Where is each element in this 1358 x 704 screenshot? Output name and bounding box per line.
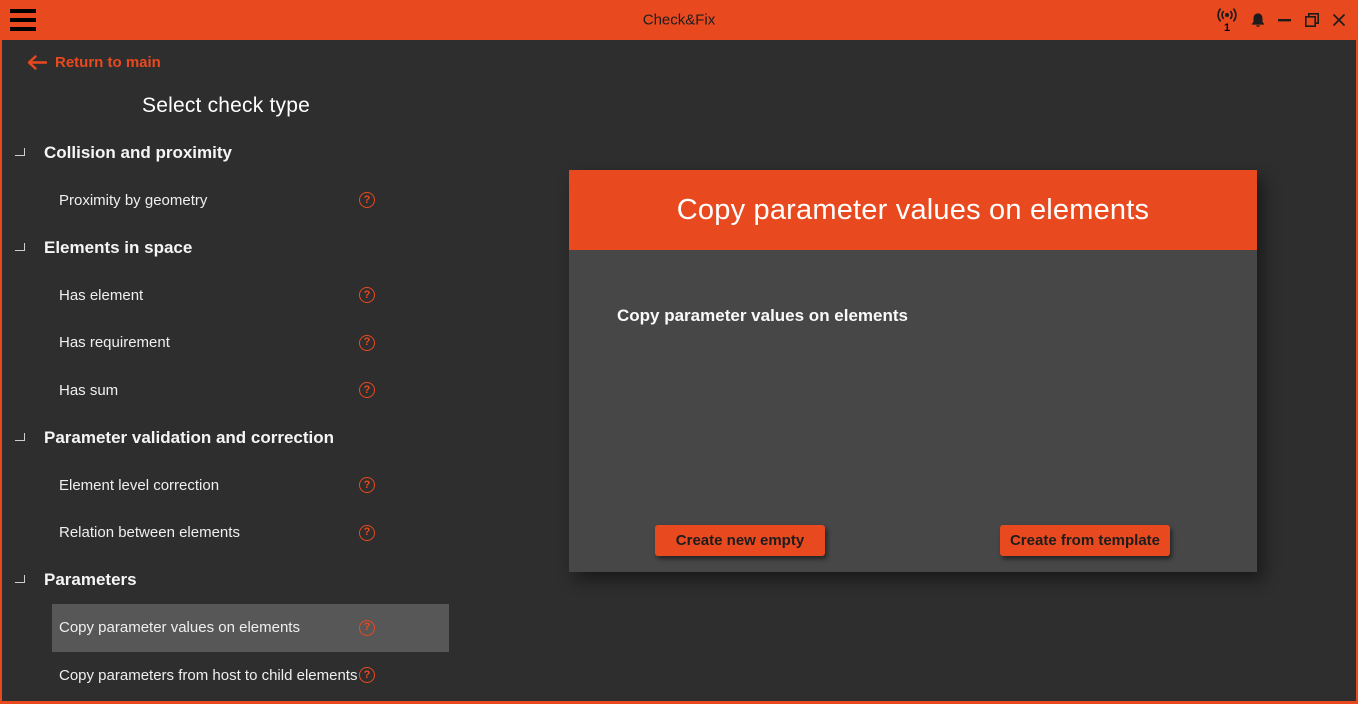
tree-item-box: Relation between elements [52, 509, 449, 557]
app-window: Check&Fix 1 [0, 0, 1358, 704]
titlebar: Check&Fix 1 [0, 0, 1358, 40]
tree-item-relation-between-elements[interactable]: Relation between elements ? [2, 509, 450, 557]
category-label: Elements in space [44, 238, 192, 258]
dialog-body: Copy parameter values on elements Create… [569, 250, 1257, 572]
category-label: Parameters [44, 570, 137, 590]
tree-category-parameter-validation-and-correction[interactable]: Parameter validation and correction [2, 414, 450, 462]
tree-item-copy-parameters-from-host-to-child-elements[interactable]: Copy parameters from host to child eleme… [2, 652, 450, 700]
tree-item-box: Proximity by geometry [52, 177, 449, 225]
item-label: Has requirement [59, 334, 170, 351]
category-label: Parameter validation and correction [44, 428, 334, 448]
tree-item-box: Copy parameter values on elements [52, 604, 449, 652]
bell-icon [1249, 11, 1267, 30]
hamburger-menu-button[interactable] [10, 9, 36, 31]
help-icon[interactable]: ? [359, 620, 375, 636]
tree-item-box: Has element [52, 272, 449, 320]
notifications-bell-button[interactable] [1244, 0, 1271, 40]
expander-icon [15, 148, 25, 156]
create-new-empty-button[interactable]: Create new empty [655, 525, 825, 556]
tree-item-box: Element level correction [52, 462, 449, 510]
minimize-button[interactable] [1271, 0, 1298, 40]
tree-item-has-requirement[interactable]: Has requirement ? [2, 319, 450, 367]
back-arrow-icon [26, 54, 47, 71]
tree-item-box: Copy parameters from host to child eleme… [52, 652, 449, 700]
minimize-icon [1278, 19, 1291, 22]
expander-icon [15, 243, 25, 251]
restore-button[interactable] [1298, 0, 1325, 40]
expander-icon [15, 433, 25, 441]
return-to-main-link[interactable]: Return to main [26, 54, 161, 71]
dialog-body-heading: Copy parameter values on elements [617, 306, 908, 326]
window-title: Check&Fix [643, 12, 716, 29]
item-label: Has sum [59, 382, 118, 399]
create-from-template-button[interactable]: Create from template [1000, 525, 1170, 556]
tree-item-has-sum[interactable]: Has sum ? [2, 367, 450, 415]
help-icon[interactable]: ? [359, 525, 375, 541]
close-button[interactable] [1325, 0, 1352, 40]
item-label: Copy parameters from host to child eleme… [59, 667, 357, 684]
hamburger-icon [10, 18, 36, 22]
tree-item-box: Has requirement [52, 319, 449, 367]
check-type-tree: Collision and proximity Proximity by geo… [2, 129, 450, 699]
close-icon [1332, 13, 1346, 27]
category-label: Collision and proximity [44, 143, 232, 163]
tree-category-collision-and-proximity[interactable]: Collision and proximity [2, 129, 450, 177]
tree-item-has-element[interactable]: Has element ? [2, 272, 450, 320]
tree-category-elements-in-space[interactable]: Elements in space [2, 224, 450, 272]
titlebar-icons: 1 [1210, 0, 1352, 40]
dialog-buttons: Create new empty Create from template [655, 525, 1170, 556]
item-label: Element level correction [59, 477, 219, 494]
dialog-title: Copy parameter values on elements [677, 194, 1149, 227]
item-label: Relation between elements [59, 524, 240, 541]
item-label: Proximity by geometry [59, 192, 207, 209]
tree-item-copy-parameter-values-on-elements[interactable]: Copy parameter values on elements ? [2, 604, 450, 652]
restore-icon [1304, 12, 1320, 28]
check-detail-dialog: Copy parameter values on elements Copy p… [569, 170, 1257, 572]
hamburger-icon [10, 9, 36, 13]
tree-item-element-level-correction[interactable]: Element level correction ? [2, 462, 450, 510]
return-to-main-label: Return to main [55, 54, 161, 71]
hamburger-icon [10, 27, 36, 31]
page-title: Select check type [2, 94, 450, 118]
item-label: Copy parameter values on elements [59, 619, 300, 636]
help-icon[interactable]: ? [359, 335, 375, 351]
tree-category-parameters[interactable]: Parameters [2, 557, 450, 605]
expander-icon [15, 575, 25, 583]
dialog-header: Copy parameter values on elements [569, 170, 1257, 250]
item-label: Has element [59, 287, 143, 304]
broadcast-signal-button[interactable]: 1 [1210, 0, 1244, 40]
tree-item-proximity-by-geometry[interactable]: Proximity by geometry ? [2, 177, 450, 225]
notification-count: 1 [1224, 24, 1230, 33]
tree-item-box: Has sum [52, 367, 449, 415]
